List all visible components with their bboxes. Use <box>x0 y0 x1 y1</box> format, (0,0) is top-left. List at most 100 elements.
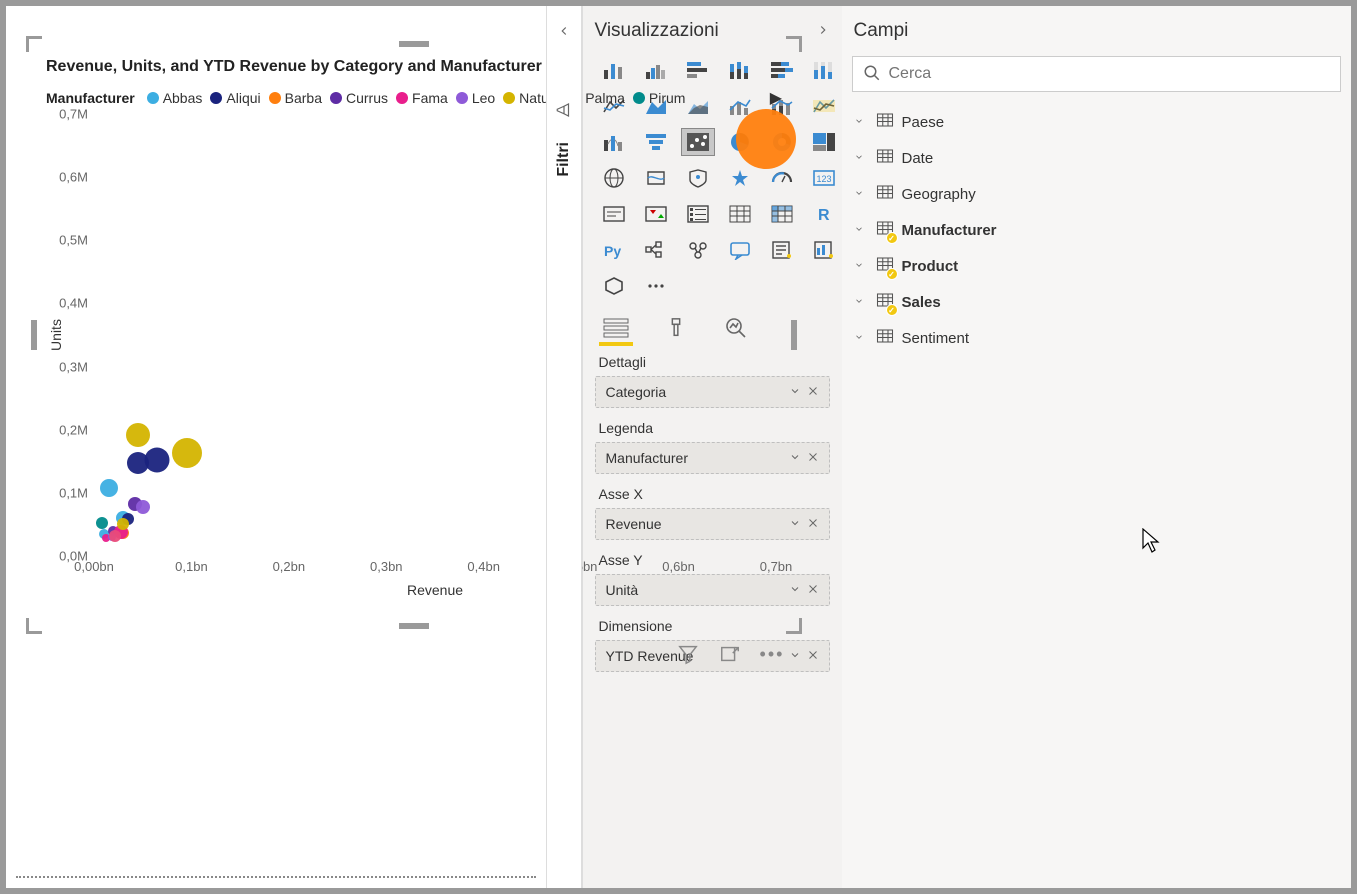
legend-item[interactable]: Aliqui <box>210 90 260 106</box>
selection-handle-br[interactable] <box>786 618 802 634</box>
filter-icon[interactable] <box>676 642 700 666</box>
viz-type-button[interactable] <box>807 236 841 264</box>
table-node[interactable]: Sentiment <box>850 320 1344 356</box>
data-point[interactable] <box>172 438 202 468</box>
focus-mode-icon[interactable] <box>718 642 742 666</box>
data-point[interactable] <box>109 530 121 542</box>
canvas-page-boundary <box>16 876 536 878</box>
x-tick: 0,00bn <box>74 559 114 574</box>
selection-handle-mb[interactable] <box>399 623 429 629</box>
data-point[interactable] <box>126 423 150 447</box>
svg-text:R: R <box>818 207 830 224</box>
table-node[interactable]: Paese <box>850 104 1344 140</box>
legend-label: Leo <box>472 90 495 106</box>
table-icon: ✓ <box>876 292 894 312</box>
legend-item[interactable]: Abbas <box>147 90 203 106</box>
table-icon <box>876 112 894 132</box>
table-name: Product <box>902 258 959 275</box>
table-icon: ✓ <box>876 256 894 276</box>
y-tick: 0,2M <box>36 422 88 437</box>
tab-fields[interactable] <box>599 314 633 342</box>
legend-item[interactable]: Leo <box>456 90 495 106</box>
legend-dot <box>396 92 408 104</box>
chevron-down-icon[interactable] <box>789 648 801 664</box>
remove-field-icon[interactable] <box>807 582 819 598</box>
svg-text:123: 123 <box>816 174 831 184</box>
fields-tree: Paese Date Geography ✓ Manufacturer ✓ Pr… <box>842 98 1352 362</box>
table-node[interactable]: ✓ Product <box>850 248 1344 284</box>
data-point[interactable] <box>136 500 150 514</box>
data-point[interactable] <box>100 479 118 497</box>
y-tick: 0,3M <box>36 359 88 374</box>
viz-type-button[interactable]: 123 <box>807 164 841 192</box>
chevron-down-icon[interactable] <box>854 223 868 237</box>
viz-type-button[interactable] <box>807 92 841 120</box>
viz-type-button[interactable] <box>807 128 841 156</box>
legend-dot <box>210 92 222 104</box>
bookmark-icon[interactable] <box>555 101 573 122</box>
chevron-down-icon[interactable] <box>854 331 868 345</box>
y-axis-label: Units <box>48 319 64 351</box>
table-name: Paese <box>902 114 945 131</box>
report-canvas[interactable]: Revenue, Units, and YTD Revenue by Categ… <box>6 6 546 888</box>
table-name: Sentiment <box>902 330 970 347</box>
selection-handle-mr[interactable] <box>791 320 797 350</box>
table-node[interactable]: Date <box>850 140 1344 176</box>
legend-dot <box>269 92 281 104</box>
tab-format[interactable] <box>659 314 693 342</box>
filters-label[interactable]: Filtri <box>555 142 573 177</box>
viz-type-button[interactable]: R <box>807 200 841 228</box>
x-axis-label: Revenue <box>407 582 463 598</box>
visualizations-collapse-icon[interactable] <box>816 21 830 42</box>
legend-more-icon[interactable]: ▶ <box>770 88 782 108</box>
fields-search[interactable] <box>852 56 1342 92</box>
legend-label: Aliqui <box>226 90 260 106</box>
table-icon <box>876 184 894 204</box>
y-tick: 0,4M <box>36 296 88 311</box>
legend: Manufacturer AbbasAliquiBarbaCurrusFamaL… <box>46 88 782 108</box>
chevron-down-icon[interactable] <box>854 187 868 201</box>
x-tick: 0,4bn <box>467 559 500 574</box>
remove-field-icon[interactable] <box>807 648 819 664</box>
tab-analytics[interactable] <box>719 314 753 342</box>
visual-action-bar: ••• <box>676 642 784 666</box>
fields-pane: Campi Paese Date Geography ✓ Manufacture… <box>842 6 1352 888</box>
chevron-down-icon[interactable] <box>854 151 868 165</box>
remove-field-icon[interactable] <box>807 384 819 400</box>
legend-dot <box>147 92 159 104</box>
chevron-down-icon[interactable] <box>854 115 868 129</box>
viz-type-button[interactable] <box>807 56 841 84</box>
data-point[interactable] <box>145 448 170 473</box>
visualizations-title: Visualizzazioni <box>595 20 719 42</box>
legend-item[interactable]: Barba <box>269 90 322 106</box>
table-node[interactable]: ✓ Manufacturer <box>850 212 1344 248</box>
legend-item[interactable]: Pirum <box>633 90 686 106</box>
table-node[interactable]: ✓ Sales <box>850 284 1344 320</box>
filters-expand-icon[interactable] <box>557 24 571 41</box>
table-node[interactable]: Geography <box>850 176 1344 212</box>
y-tick: 0,5M <box>36 233 88 248</box>
data-point[interactable] <box>96 517 108 529</box>
selection-handle-tl[interactable] <box>26 36 42 52</box>
table-icon <box>876 328 894 348</box>
x-tick: 0,7bn <box>760 559 793 574</box>
data-point[interactable] <box>736 109 796 169</box>
selection-handle-tr[interactable] <box>786 36 802 52</box>
legend-label: Pirum <box>649 90 686 106</box>
filters-pane-collapsed: Filtri <box>546 6 582 888</box>
legend-item[interactable]: Fama <box>396 90 448 106</box>
selection-handle-ml[interactable] <box>31 320 37 350</box>
remove-field-icon[interactable] <box>807 516 819 532</box>
data-point[interactable] <box>117 518 129 530</box>
more-options-icon[interactable]: ••• <box>760 642 784 666</box>
legend-item[interactable]: Currus <box>330 90 388 106</box>
checked-badge-icon: ✓ <box>886 232 898 244</box>
remove-field-icon[interactable] <box>807 450 819 466</box>
chevron-down-icon[interactable] <box>854 295 868 309</box>
search-input[interactable] <box>889 65 1331 83</box>
selection-handle-bl[interactable] <box>26 618 42 634</box>
chevron-down-icon[interactable] <box>854 259 868 273</box>
legend-dot <box>633 92 645 104</box>
selection-handle-mt[interactable] <box>399 41 429 47</box>
table-icon: ✓ <box>876 220 894 240</box>
